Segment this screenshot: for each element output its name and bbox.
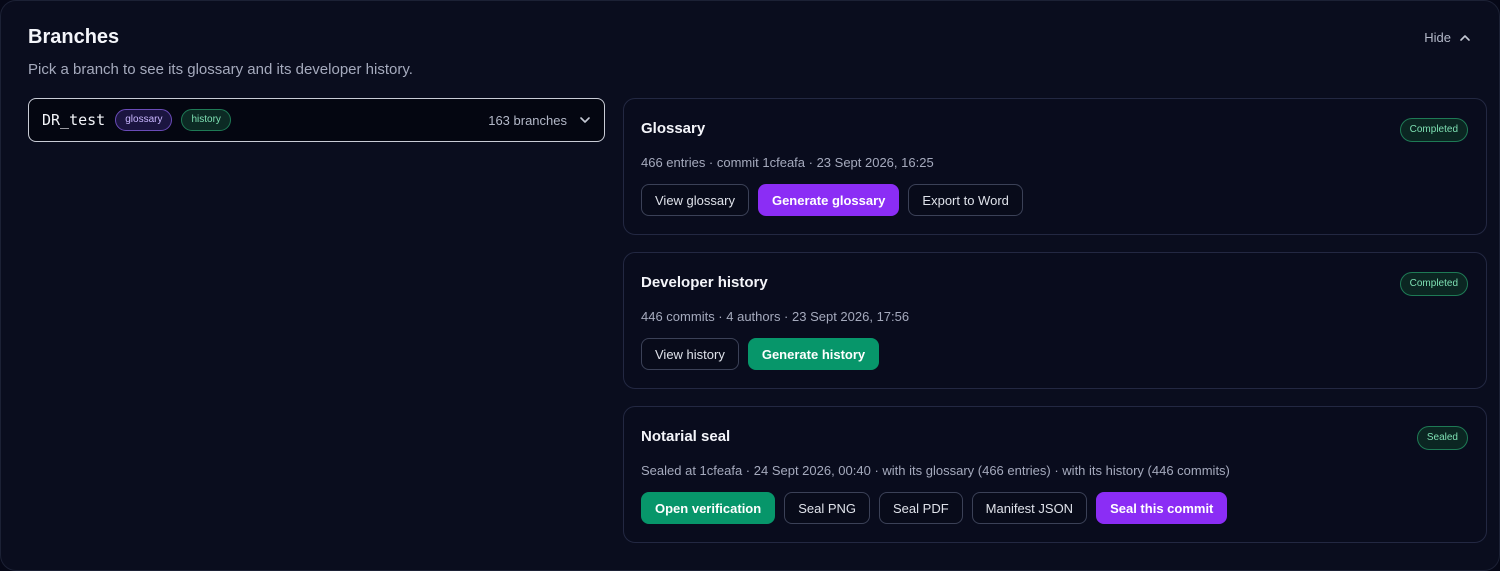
generate-history-button[interactable]: Generate history: [747, 338, 880, 370]
glossary-status-badge: Completed: [1399, 118, 1468, 142]
seal-status-badge: Sealed: [1416, 426, 1468, 450]
chevron-down-icon: [580, 117, 590, 123]
branch-count: 163 branches: [488, 113, 591, 128]
branches-panel: Branches Pick a branch to see its glossa…: [0, 0, 1500, 571]
hide-button[interactable]: Hide: [1424, 30, 1471, 45]
history-actions: View history Generate history: [641, 338, 880, 370]
seal-pdf-button[interactable]: Seal PDF: [879, 492, 963, 524]
branch-name: DR_test: [42, 111, 106, 129]
glossary-card: Glossary Completed 466 entries · commit …: [623, 98, 1487, 235]
history-title: Developer history: [641, 274, 768, 291]
seal-this-commit-button[interactable]: Seal this commit: [1096, 492, 1228, 524]
seal-card: Notarial seal Sealed Sealed at 1cfeafa ·…: [623, 406, 1487, 543]
seal-actions: Open verification Seal PNG Seal PDF Mani…: [641, 492, 1228, 524]
seal-meta: Sealed at 1cfeafa · 24 Sept 2026, 00:40 …: [641, 463, 1230, 478]
generate-glossary-button[interactable]: Generate glossary: [757, 184, 900, 216]
manifest-json-button[interactable]: Manifest JSON: [971, 492, 1088, 524]
open-verification-button[interactable]: Open verification: [641, 492, 776, 524]
hide-label: Hide: [1424, 30, 1451, 45]
history-tag: history: [181, 109, 231, 131]
branch-count-label: 163 branches: [488, 112, 567, 128]
view-glossary-button[interactable]: View glossary: [641, 184, 749, 216]
history-card: Developer history Completed 446 commits …: [623, 252, 1487, 389]
glossary-meta: 466 entries · commit 1cfeafa · 23 Sept 2…: [641, 155, 934, 170]
history-meta: 446 commits · 4 authors · 23 Sept 2026, …: [641, 309, 910, 324]
view-history-button[interactable]: View history: [641, 338, 739, 370]
export-to-word-button[interactable]: Export to Word: [908, 184, 1023, 216]
history-status-badge: Completed: [1399, 272, 1468, 296]
glossary-title: Glossary: [641, 120, 706, 137]
glossary-actions: View glossary Generate glossary Export t…: [641, 184, 1023, 216]
seal-title: Notarial seal: [641, 428, 731, 445]
page-subtitle: Pick a branch to see its glossary and it…: [28, 61, 413, 78]
seal-png-button[interactable]: Seal PNG: [784, 492, 871, 524]
glossary-tag: glossary: [115, 109, 173, 131]
page-title: Branches: [28, 26, 120, 48]
branch-selector[interactable]: DR_test glossary history 163 branches: [28, 98, 605, 142]
chevron-up-icon: [1460, 34, 1470, 41]
